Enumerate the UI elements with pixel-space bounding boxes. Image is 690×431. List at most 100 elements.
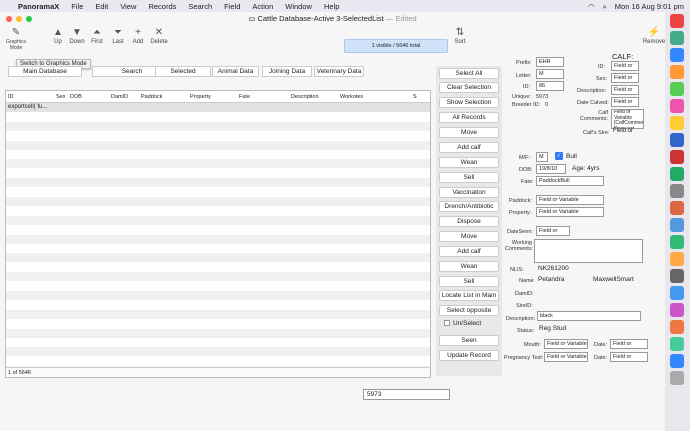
col-fate[interactable]: Fate [239, 94, 250, 100]
dock-app-icon[interactable] [670, 184, 684, 198]
checkbox-box[interactable] [444, 320, 450, 327]
tab-main-database[interactable]: Main Database [8, 66, 82, 77]
all-records-button[interactable]: All Records [439, 112, 499, 123]
table-row[interactable] [6, 234, 430, 244]
calf-sex-field[interactable]: Field or [611, 73, 639, 83]
table-row[interactable] [6, 159, 430, 169]
drench-antibiotic-button[interactable]: Drench/Antibiotic [439, 201, 499, 212]
dock-app-icon[interactable] [670, 235, 684, 249]
mouth-field[interactable]: Field or Variable [544, 339, 588, 349]
tab-joining-data[interactable]: Joining Data [262, 66, 312, 77]
table-row[interactable]: exportcell( fu... [6, 103, 430, 112]
sell-button[interactable]: Sell [439, 172, 499, 183]
bull-checkbox[interactable]: ✓ [555, 152, 563, 160]
dock-app-icon[interactable] [670, 303, 684, 317]
tab-selected[interactable]: Selected [155, 66, 211, 77]
menu-search[interactable]: Search [188, 2, 212, 11]
menu-view[interactable]: View [120, 2, 136, 11]
dock-app-icon[interactable] [670, 320, 684, 334]
dock-app-icon[interactable] [670, 65, 684, 79]
col-dob[interactable]: DOB [70, 94, 82, 100]
table-row[interactable] [6, 300, 430, 309]
unique-id-field[interactable]: 5973 [363, 389, 450, 400]
calf-description-field[interactable]: Field or [611, 85, 639, 95]
dock-app-icon[interactable] [670, 116, 684, 130]
menu-file[interactable]: File [71, 2, 83, 11]
mouth-date-field[interactable]: Field or [610, 339, 648, 349]
menu-help[interactable]: Help [324, 2, 339, 11]
col-property[interactable]: Property [190, 94, 211, 100]
wean-button-2[interactable]: Wean [439, 261, 499, 272]
dispose-button[interactable]: Dispose [439, 216, 499, 227]
table-row[interactable] [6, 112, 430, 121]
dock-app-icon[interactable] [670, 337, 684, 351]
fate-field[interactable]: PaddockBull [536, 176, 604, 186]
dock-app-icon[interactable] [670, 201, 684, 215]
col-paddock[interactable]: Paddock [141, 94, 162, 100]
seen-button[interactable]: Seen [439, 335, 499, 346]
table-row[interactable] [6, 291, 430, 300]
dateseen-field[interactable]: Field or [536, 226, 570, 236]
calf-comments-field[interactable]: Field or Variable [CalfComments] Does no… [611, 109, 644, 129]
calf-dob-field[interactable]: Field or [611, 97, 639, 107]
table-row[interactable] [6, 150, 430, 159]
id-field[interactable]: 86 [536, 81, 564, 91]
table-row[interactable] [6, 263, 430, 272]
table-row[interactable] [6, 282, 430, 291]
mf-field[interactable]: M [536, 152, 548, 162]
dock-app-icon[interactable] [670, 167, 684, 181]
dock-app-icon[interactable] [670, 133, 684, 147]
graphics-mode-button[interactable]: ✎ Graphics Mode [4, 27, 28, 51]
dock-app-icon[interactable] [670, 269, 684, 283]
table-row[interactable] [6, 206, 430, 215]
record-list[interactable]: ID Sex DOB DamID Paddock Property Fate D… [5, 90, 431, 378]
zoom-window-button[interactable] [26, 16, 32, 22]
col-sex[interactable]: Sex [56, 94, 65, 100]
tab-animal-data[interactable]: Animal Data [212, 66, 259, 77]
col-id[interactable]: ID [8, 94, 14, 100]
col-damid[interactable]: DamID [111, 94, 128, 100]
tab-veterinary-data[interactable]: Veterinary Data [314, 66, 364, 77]
move-button[interactable]: Move [439, 127, 499, 138]
table-row[interactable] [6, 319, 430, 328]
remove-button[interactable]: ⚡ Remove [642, 27, 666, 45]
table-row[interactable] [6, 215, 430, 225]
table-row[interactable] [6, 272, 430, 282]
table-row[interactable] [6, 131, 430, 140]
add-calf-button[interactable]: Add calf [439, 142, 499, 153]
vaccination-button[interactable]: Vaccination [439, 187, 499, 198]
letter-field[interactable]: M [536, 69, 564, 79]
locate-list-button[interactable]: Locate List in Main [439, 290, 499, 301]
col-workotes[interactable]: Workotes [340, 94, 363, 100]
update-record-button[interactable]: Update Record [439, 350, 499, 361]
col-description[interactable]: Description [291, 94, 319, 100]
pregnancy-test-field[interactable]: Field or Variable [544, 352, 588, 362]
dock-app-icon[interactable] [670, 99, 684, 113]
table-row[interactable] [6, 169, 430, 178]
dock-app-icon[interactable] [670, 354, 684, 368]
pregnancy-date-field[interactable]: Field or [610, 352, 648, 362]
property-field[interactable]: Field or Variable [Property] [536, 207, 604, 217]
table-row[interactable] [6, 347, 430, 357]
menu-field[interactable]: Field [224, 2, 240, 11]
paddock-field[interactable]: Field or Variable [Paddock] [536, 195, 604, 205]
table-row[interactable] [6, 178, 430, 188]
table-row[interactable] [6, 328, 430, 338]
search-icon[interactable]: ⌕ [603, 2, 607, 12]
dock-app-icon[interactable] [670, 252, 684, 266]
unselect-checkbox[interactable]: Un/Select [444, 320, 481, 327]
working-comments-field[interactable] [534, 239, 643, 263]
table-row[interactable] [6, 357, 430, 366]
dock-app-icon[interactable] [670, 82, 684, 96]
prefix-field[interactable]: EHR [536, 57, 564, 67]
add-calf-button-2[interactable]: Add calf [439, 246, 499, 257]
table-row[interactable] [6, 309, 430, 319]
sell-button-2[interactable]: Sell [439, 276, 499, 287]
menu-records[interactable]: Records [148, 2, 176, 11]
table-row[interactable] [6, 338, 430, 347]
dock-app-icon[interactable] [670, 31, 684, 45]
table-row[interactable] [6, 244, 430, 253]
table-row[interactable] [6, 121, 430, 131]
dock-app-icon[interactable] [670, 14, 684, 28]
clear-selection-button[interactable]: Clear Selection [439, 82, 499, 93]
